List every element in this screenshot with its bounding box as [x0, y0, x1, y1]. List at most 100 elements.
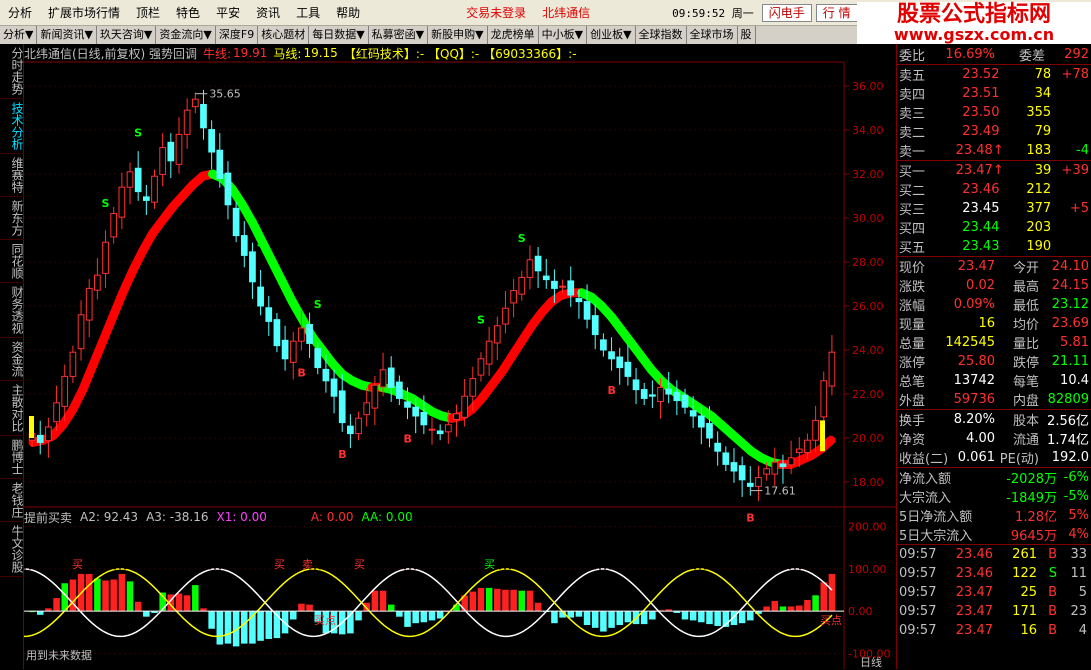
watermark-url: www.gszx.com.cn: [893, 25, 1055, 44]
tab-stock[interactable]: 股: [738, 26, 756, 44]
sell-level-row[interactable]: 卖一 23.48↑ 183 -4: [897, 141, 1091, 160]
nav-finance[interactable]: 财务透视: [0, 283, 24, 338]
nav-niuwen[interactable]: 牛文诊股: [0, 522, 24, 577]
nav-technical[interactable]: 技术分析: [0, 99, 24, 154]
indicator-info-bar: 提前买卖 A2: 92.43 A3: -38.16 X1: 0.00 A: 0.…: [24, 509, 421, 525]
login-status[interactable]: 交易未登录: [458, 4, 534, 21]
end-marker-bar: [820, 420, 825, 452]
buy-level-row[interactable]: 买四 23.44 203: [897, 218, 1091, 237]
candle-body: [722, 452, 730, 465]
indicator-bar: [379, 590, 387, 612]
indicator-bar: [371, 590, 379, 612]
quote-button[interactable]: 行 情: [815, 3, 858, 22]
candle-body: [330, 378, 338, 397]
indicator-bar: [387, 604, 395, 612]
tab-analysis[interactable]: 分析▼: [0, 26, 38, 44]
tick-row[interactable]: 09:57 23.47 16 B 4: [897, 621, 1091, 640]
buy-level-row[interactable]: 买三 23.45 377 +5: [897, 199, 1091, 218]
nav-pengboshi[interactable]: 鹏博士: [0, 436, 24, 479]
kline-chart[interactable]: 36.00 34.00 32.00 30.00 28.00 26.00 24.00 22.00…: [24, 44, 896, 669]
tab-sme-board[interactable]: 中小板▼: [539, 26, 588, 44]
min-price-label: 17.61: [764, 485, 796, 498]
tick-row[interactable]: 09:57 23.47 25 B 5: [897, 583, 1091, 602]
menu-features[interactable]: 特色: [168, 4, 208, 21]
menu-topbar[interactable]: 顶栏: [128, 4, 168, 21]
flash-hand-button[interactable]: 闪电手: [761, 3, 812, 22]
indicator-bar: [812, 595, 819, 612]
tab-dragon-tiger[interactable]: 龙虎榜单: [488, 26, 539, 44]
current-stock-name: 北纬通信: [542, 6, 591, 20]
stat-row: 现价 23.47 今开 24.10: [897, 257, 1091, 276]
sell-level-row[interactable]: 卖三 23.50 355: [897, 103, 1091, 122]
sell-level-row[interactable]: 卖四 23.51 34: [897, 84, 1091, 103]
stat-value: 23.12: [1051, 297, 1089, 312]
buy-level-volume: 190: [1026, 239, 1052, 254]
nav-weisaite[interactable]: 维赛特: [0, 154, 24, 197]
quote-panel: 委比 16.69% 委差 292 卖五 23.52 78 +78 卖四 23.51 34 卖三…: [896, 44, 1091, 669]
candle-body: [779, 463, 787, 468]
candle-body: [142, 196, 150, 201]
stat-label: 涨跌: [899, 280, 926, 295]
candle-body: [461, 395, 469, 418]
buy-level-row[interactable]: 买一 23.47↑ 39 +39: [897, 161, 1091, 180]
tick-row[interactable]: 09:57 23.46 122 S 11: [897, 564, 1091, 583]
candle-body: [167, 141, 175, 162]
stat-value: 0.02: [966, 278, 995, 293]
buy-level-change: +39: [1061, 163, 1089, 178]
stat-label: 收益(二): [899, 452, 949, 467]
menu-help[interactable]: 帮助: [328, 4, 368, 21]
sell-level-row[interactable]: 卖五 23.52 78 +78: [897, 65, 1091, 84]
indicator-bar: [796, 605, 803, 612]
stat-label: 外盘: [899, 394, 926, 409]
menu-pingan[interactable]: 平安: [208, 4, 248, 21]
fund-flow-pct: -5%: [1063, 489, 1089, 504]
sell-level-price: 23.49: [962, 124, 1000, 139]
menu-tools[interactable]: 工具: [288, 4, 328, 21]
stat-row: 涨停 25.80 跌停 21.11: [897, 352, 1091, 371]
stat-label: 最高: [1012, 280, 1039, 295]
nav-main-retail[interactable]: 主散对比: [0, 381, 24, 436]
period-label: 日线: [860, 656, 882, 669]
tick-row[interactable]: 09:57 23.47 171 B 23: [897, 602, 1091, 621]
stat-value: 25.80: [957, 354, 995, 369]
tab-gem-board[interactable]: 创业板▼: [587, 26, 636, 44]
stat-value: 13742: [953, 373, 995, 388]
buy-level-row[interactable]: 买五 23.43 190: [897, 237, 1091, 256]
nav-xindongfang[interactable]: 新东方: [0, 197, 24, 240]
candle-body: [395, 381, 403, 399]
candle-body: [306, 323, 313, 344]
tab-core-theme[interactable]: 核心题材: [258, 26, 310, 44]
tick-row[interactable]: 09:57 23.46 261 B 33: [897, 545, 1091, 564]
candle-body: [240, 235, 248, 256]
candle-body: [134, 167, 142, 193]
tick-list[interactable]: 09:57 23.46 261 B 33 09:57 23.46 122 S 11 09:57 23.…: [897, 545, 1091, 640]
menu-extended-market[interactable]: 扩展市场行情: [40, 4, 128, 21]
nav-fund-flow[interactable]: 资金流: [0, 338, 24, 381]
menu-news[interactable]: 资讯: [248, 4, 288, 21]
candle-body: [371, 384, 379, 409]
tab-global-market[interactable]: 全球市场: [687, 26, 738, 44]
tick-time: 09:57: [899, 585, 937, 600]
tab-private-fund[interactable]: 私募密函▼: [369, 26, 429, 44]
tab-global-index[interactable]: 全球指数: [636, 26, 687, 44]
candle-body: [526, 259, 534, 278]
indicator-signal-label: 买: [72, 558, 83, 571]
tab-news[interactable]: 新闻资讯▼: [37, 26, 97, 44]
menu-analysis[interactable]: 分析: [0, 4, 40, 21]
candle-body: [420, 411, 428, 426]
candle-body: [828, 351, 836, 387]
nav-tonghuashun[interactable]: 同花顺: [0, 240, 24, 283]
price-tick-label: 28.00: [852, 256, 884, 269]
tab-fund-flow[interactable]: 资金流向▼: [156, 26, 216, 44]
fund-flow-pct: 4%: [1068, 527, 1089, 542]
tab-f9[interactable]: 深度F9: [216, 26, 259, 44]
tab-daily-data[interactable]: 每日数据▼: [309, 26, 369, 44]
nav-intraday[interactable]: 分时走势: [0, 44, 24, 99]
tab-jiutian[interactable]: 玖天咨询▼: [97, 26, 157, 44]
sell-level-row[interactable]: 卖二 23.49 79: [897, 122, 1091, 141]
tab-ipo[interactable]: 新股申购▼: [428, 26, 488, 44]
candle-body: [812, 419, 819, 441]
nav-laoqianzhuang[interactable]: 老钱庄: [0, 479, 24, 522]
buy-level-row[interactable]: 买二 23.46 212: [897, 180, 1091, 199]
tick-side: B: [1048, 547, 1057, 562]
